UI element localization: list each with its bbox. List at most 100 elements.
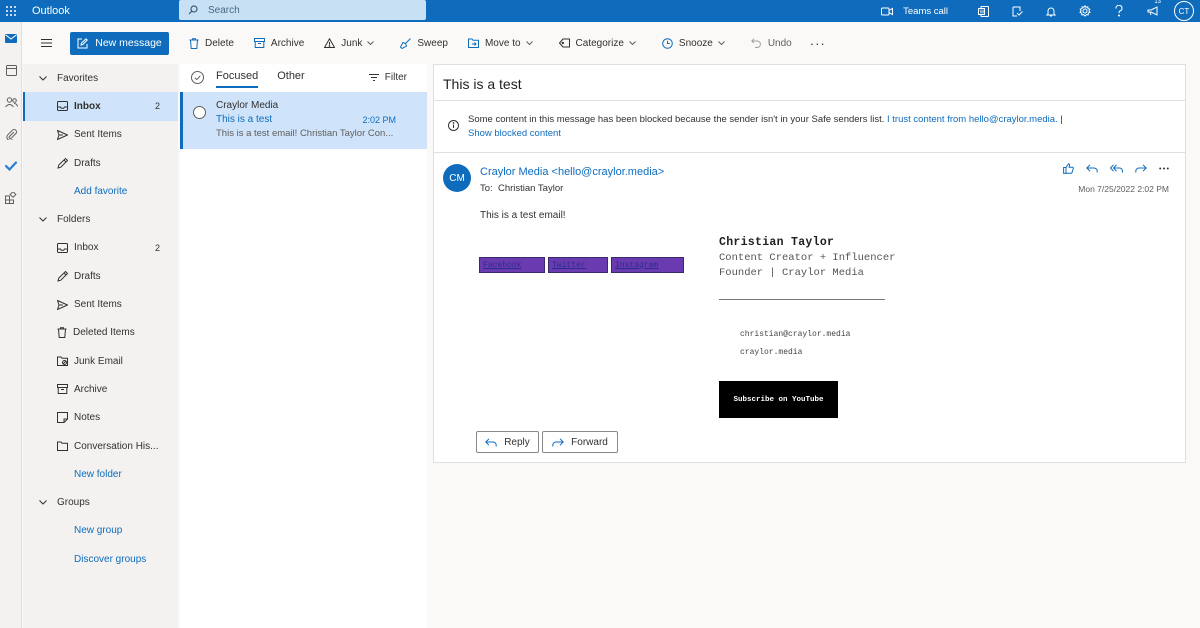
people-icon[interactable] [0, 86, 22, 118]
search-box[interactable]: Search [179, 0, 426, 20]
tab-focused[interactable]: Focused [216, 70, 259, 88]
reply-label: Reply [504, 436, 530, 448]
command-bar: New message Delete Archive Junk Sweep Mo… [22, 22, 1200, 64]
move-to-button[interactable]: Move to [467, 37, 539, 49]
add-favorite-link[interactable]: Add favorite [23, 177, 178, 205]
show-blocked-content-link[interactable]: Show blocked content [468, 128, 561, 139]
message-item[interactable]: Craylor Media This is a test 2:02 PM Thi… [180, 92, 427, 149]
message-actions [1051, 163, 1169, 174]
sweep-label: Sweep [417, 37, 448, 49]
undo-button[interactable]: Undo [750, 38, 792, 49]
forward-icon[interactable] [1135, 164, 1147, 173]
app-title[interactable]: Outlook [32, 5, 182, 17]
folder-item-conversation-history[interactable]: Conversation His... [23, 432, 178, 460]
categorize-button[interactable]: Categorize [558, 38, 642, 49]
inbox-icon [57, 101, 74, 112]
reply-icon[interactable] [1086, 164, 1098, 173]
folder-item-deleted[interactable]: Deleted Items [23, 319, 178, 347]
chevron-down-icon [525, 41, 539, 45]
archive-button[interactable]: Archive [253, 38, 304, 49]
recipient-name[interactable]: Christian Taylor [498, 183, 563, 194]
divider [434, 100, 1185, 101]
checkmark-icon[interactable] [0, 150, 22, 182]
folder-label: Archive [74, 383, 108, 395]
apps-icon[interactable] [0, 182, 22, 214]
message-select-radio[interactable] [193, 106, 206, 119]
folder-label: Inbox [74, 100, 101, 112]
folder-item-inbox[interactable]: Inbox 2 [23, 234, 178, 262]
app-rail [0, 22, 22, 628]
bell-icon[interactable] [1034, 0, 1068, 22]
sender-name[interactable]: Craylor Media <hello@craylor.media> [480, 166, 664, 178]
word-icon[interactable]: W [966, 0, 1000, 22]
groups-label: Groups [57, 497, 90, 509]
message-preview: This is a test email! Christian Taylor C… [216, 128, 394, 139]
message-subject: This is a test [216, 114, 273, 125]
chevron-down-icon [367, 41, 380, 45]
folder-pane: Favorites Inbox 2 Sent Items Drafts Add … [23, 64, 178, 628]
mail-icon[interactable] [0, 22, 22, 54]
reply-all-icon[interactable] [1110, 164, 1123, 173]
folder-item-junk[interactable]: Junk Email [23, 347, 178, 375]
sweep-button[interactable]: Sweep [400, 38, 448, 49]
subscribe-youtube-button[interactable]: Subscribe on YouTube [719, 381, 838, 418]
search-input[interactable]: Search [208, 5, 240, 16]
junk-button[interactable]: Junk [324, 38, 380, 49]
delete-button[interactable]: Delete [189, 38, 234, 49]
unread-count: 2 [154, 101, 160, 112]
trust-sender-link[interactable]: I trust content from hello@craylor.media… [887, 114, 1058, 125]
reply-button[interactable]: Reply [476, 431, 539, 453]
select-all-icon[interactable] [191, 70, 204, 84]
favorite-item-inbox[interactable]: Inbox 2 [23, 92, 178, 121]
reading-pane: This is a test Some content in this mess… [433, 64, 1186, 463]
new-folder-link[interactable]: New folder [23, 460, 178, 488]
tab-other[interactable]: Other [277, 70, 305, 84]
favorites-header[interactable]: Favorites [23, 64, 178, 92]
video-icon [881, 7, 903, 16]
top-bar: Outlook Search Teams call W 13 CT [0, 0, 1200, 22]
signature-email[interactable]: christian@craylor.media [740, 330, 850, 339]
filter-button[interactable]: Filter [368, 72, 407, 83]
trash-icon [57, 327, 73, 339]
megaphone-icon[interactable]: 13 [1136, 0, 1170, 22]
forward-button[interactable]: Forward [542, 431, 618, 453]
favorite-item-sent[interactable]: Sent Items [23, 121, 178, 149]
sender-avatar[interactable]: CM [443, 164, 471, 192]
folder-item-archive[interactable]: Archive [23, 375, 178, 403]
help-icon[interactable] [1102, 0, 1136, 22]
avatar[interactable]: CT [1174, 1, 1194, 21]
unread-count: 2 [154, 242, 160, 253]
new-message-button[interactable]: New message [70, 31, 169, 55]
folder-item-sent[interactable]: Sent Items [23, 290, 178, 318]
waffle-icon[interactable] [0, 0, 22, 22]
folder-item-notes[interactable]: Notes [23, 404, 178, 432]
snooze-button[interactable]: Snooze [662, 38, 731, 49]
to-label: To: [480, 183, 493, 194]
new-group-link[interactable]: New group [23, 517, 178, 545]
hamburger-icon[interactable] [34, 39, 58, 47]
undo-icon [750, 38, 768, 48]
discover-groups-link[interactable]: Discover groups [23, 545, 178, 573]
todo-icon[interactable] [1000, 0, 1034, 22]
twitter-image[interactable]: Twitter [548, 257, 608, 273]
attach-icon[interactable] [0, 118, 22, 150]
snooze-label: Snooze [678, 37, 713, 49]
folders-label: Folders [57, 214, 91, 226]
folders-header[interactable]: Folders [23, 205, 178, 233]
favorite-item-drafts[interactable]: Drafts [23, 149, 178, 177]
new-message-label: New message [95, 37, 162, 49]
like-icon[interactable] [1063, 163, 1074, 174]
more-icon[interactable] [1159, 167, 1169, 170]
move-to-label: Move to [484, 37, 521, 49]
message-date: Mon 7/25/2022 2:02 PM [1078, 184, 1169, 194]
instagram-image[interactable]: Instagram [611, 257, 684, 273]
folder-item-drafts[interactable]: Drafts [23, 262, 178, 290]
teams-call-button[interactable]: Teams call [881, 6, 948, 17]
facebook-image[interactable]: Facebook [479, 257, 545, 273]
gear-icon[interactable] [1068, 0, 1102, 22]
warning-icon [324, 38, 341, 48]
more-options-button[interactable]: ··· [810, 36, 826, 51]
groups-header[interactable]: Groups [23, 488, 178, 516]
signature-website[interactable]: craylor.media [740, 348, 802, 357]
calendar-icon[interactable] [0, 54, 22, 86]
